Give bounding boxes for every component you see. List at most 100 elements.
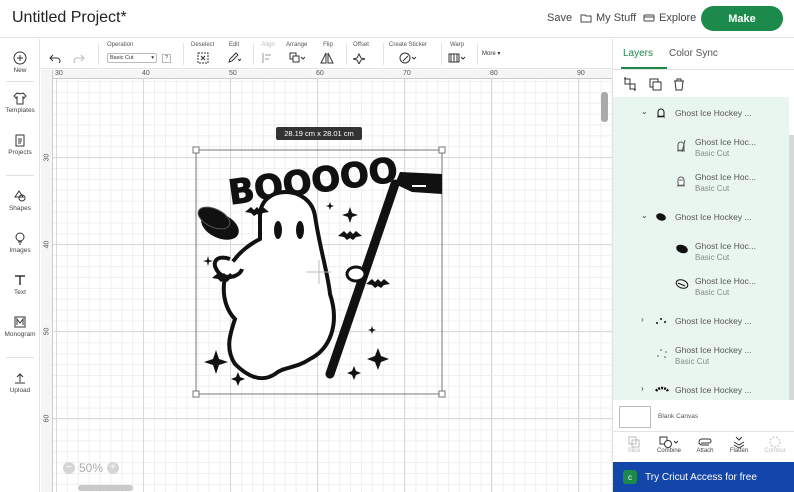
layer-row[interactable]: Ghost Ice Hoc... Basic Cut [613,135,789,163]
combine-button[interactable]: Combine [653,436,685,454]
layer-operation: Basic Cut [695,149,730,158]
layer-group-row[interactable]: › Ghost Ice Hockey ... [613,315,789,335]
sidebar-item-images[interactable]: Images [0,231,40,254]
layer-operation: Basic Cut [675,357,710,366]
puck-icon [676,244,688,254]
chevron-right-icon[interactable]: › [641,315,644,324]
align-group[interactable]: Align [261,41,275,66]
chevron-down-icon[interactable]: ⌄ [641,107,648,116]
project-title[interactable]: Untitled Project* [12,9,127,27]
layer-group-row[interactable]: ⌄ Ghost Ice Hockey ... [613,211,789,231]
layer-group-row[interactable]: ⌄ Ghost Ice Hockey ... [613,107,789,127]
make-button[interactable]: Make [701,6,783,31]
sidebar-item-projects[interactable]: Projects [0,133,40,156]
attach-button[interactable]: Attach [689,436,721,454]
undo-icon[interactable] [49,53,61,63]
bulb-icon [15,232,25,245]
contour-button[interactable]: Contour [759,436,791,454]
zoom-in-button[interactable]: + [107,462,120,474]
ghost-hockey-artwork[interactable]: BOOOOO [190,144,450,400]
paperclip-icon [698,438,712,446]
sidebar-item-shapes[interactable]: Shapes [0,189,40,212]
selection-handle[interactable] [438,146,446,154]
sidebar-label: Images [9,247,31,254]
trash-icon[interactable] [672,77,686,91]
horizontal-scrollbar[interactable] [78,485,133,491]
panel-scrollbar[interactable] [789,135,794,400]
ruler-tick: 60 [43,414,51,423]
sidebar-item-text[interactable]: Text [0,273,40,296]
offset-group[interactable]: Offset [353,41,369,66]
pencil-icon [228,52,241,63]
ruler-top: 30 40 50 60 70 80 90 [41,70,612,79]
create-sticker-group[interactable]: Create Sticker [389,41,427,66]
ruler-tick: 70 [403,70,411,77]
toolbar-separator [346,43,347,65]
toolbar-separator [383,43,384,65]
tab-color-sync[interactable]: Color Sync [669,48,718,59]
sidebar-item-upload[interactable]: Upload [0,371,40,394]
operation-info-button[interactable]: ? [162,53,171,63]
sidebar-item-new[interactable]: New [0,51,40,74]
ruler-tick: 80 [490,70,498,77]
ghost-layer-icon [657,108,665,119]
ruler-left: 30 40 50 60 [41,70,53,492]
flatten-button[interactable]: Flatten [723,436,755,454]
edit-group[interactable]: Edit [227,41,241,66]
sparkles-layer-icon [656,318,666,324]
ruler-tick: 90 [577,70,585,77]
explore-button[interactable]: Explore [643,12,696,24]
more-button[interactable]: More ▾ [482,50,500,57]
upload-icon [15,373,25,384]
flip-icon [320,52,334,64]
ghost-fill-icon [677,176,685,188]
operation-select[interactable]: Basic Cut ▾ [107,53,157,63]
sidebar-label: Monogram [4,331,36,338]
selection-handle[interactable] [192,390,200,398]
layer-name: Ghost Ice Hockey ... [675,385,752,395]
layer-row[interactable]: Ghost Ice Hoc... Basic Cut [613,239,789,267]
sidebar-divider [6,81,34,82]
arrange-group[interactable]: Arrange [286,41,307,66]
sidebar-item-templates[interactable]: Templates [0,91,40,114]
chevron-down-icon[interactable]: ⌄ [641,211,648,220]
left-sidebar: New Templates Projects Shapes Images Tex… [0,39,40,492]
tab-layers[interactable]: Layers [623,48,653,59]
ruler-tick: 30 [55,70,63,77]
warp-label: Warp [449,42,465,48]
zoom-out-button[interactable]: − [63,462,75,474]
create-sticker-label: Create Sticker [389,42,428,48]
duplicate-icon[interactable] [648,77,662,91]
layer-name: Ghost Ice Hockey ... [675,345,752,355]
edit-toolbar: Operation Basic Cut ▾ ? Deselect Edit Ali… [41,39,612,69]
layer-row[interactable]: Ghost Ice Hoc... Basic Cut [613,170,789,198]
flip-group[interactable]: Flip [320,41,336,66]
slice-button[interactable]: Slice [618,436,650,454]
selection-handle[interactable] [192,146,200,154]
blank-canvas-swatch[interactable] [619,406,651,428]
sidebar-divider [6,175,34,176]
tab-divider [613,69,794,70]
text-icon [15,275,25,285]
layer-name: Ghost Ice Hoc... [695,137,756,147]
sidebar-label: New [13,67,27,74]
layer-group-row[interactable]: › Ghost Ice Hockey ... [613,384,789,400]
arrange-label: Arrange [286,42,308,48]
cricut-access-banner[interactable]: c Try Cricut Access for free [613,462,794,492]
group-icon[interactable] [623,77,637,91]
ghost-body [221,190,336,381]
toolbar-separator [441,43,442,65]
explore-label: Explore [659,12,697,24]
warp-group[interactable]: Warp [448,41,466,66]
redo-icon[interactable] [73,53,85,63]
vertical-scrollbar[interactable] [601,92,608,122]
layer-row[interactable]: Ghost Ice Hoc... Basic Cut [613,274,789,302]
chevron-right-icon[interactable]: › [641,384,644,393]
my-stuff-button[interactable]: My Stuff [580,12,636,24]
layer-row[interactable]: Ghost Ice Hockey ... Basic Cut [613,343,789,371]
sidebar-item-monogram[interactable]: Monogram [0,315,40,338]
selection-handle[interactable] [438,390,446,398]
deselect-group[interactable]: Deselect [191,41,214,66]
deselect-label: Deselect [191,42,215,48]
save-button[interactable]: Save [547,12,572,24]
